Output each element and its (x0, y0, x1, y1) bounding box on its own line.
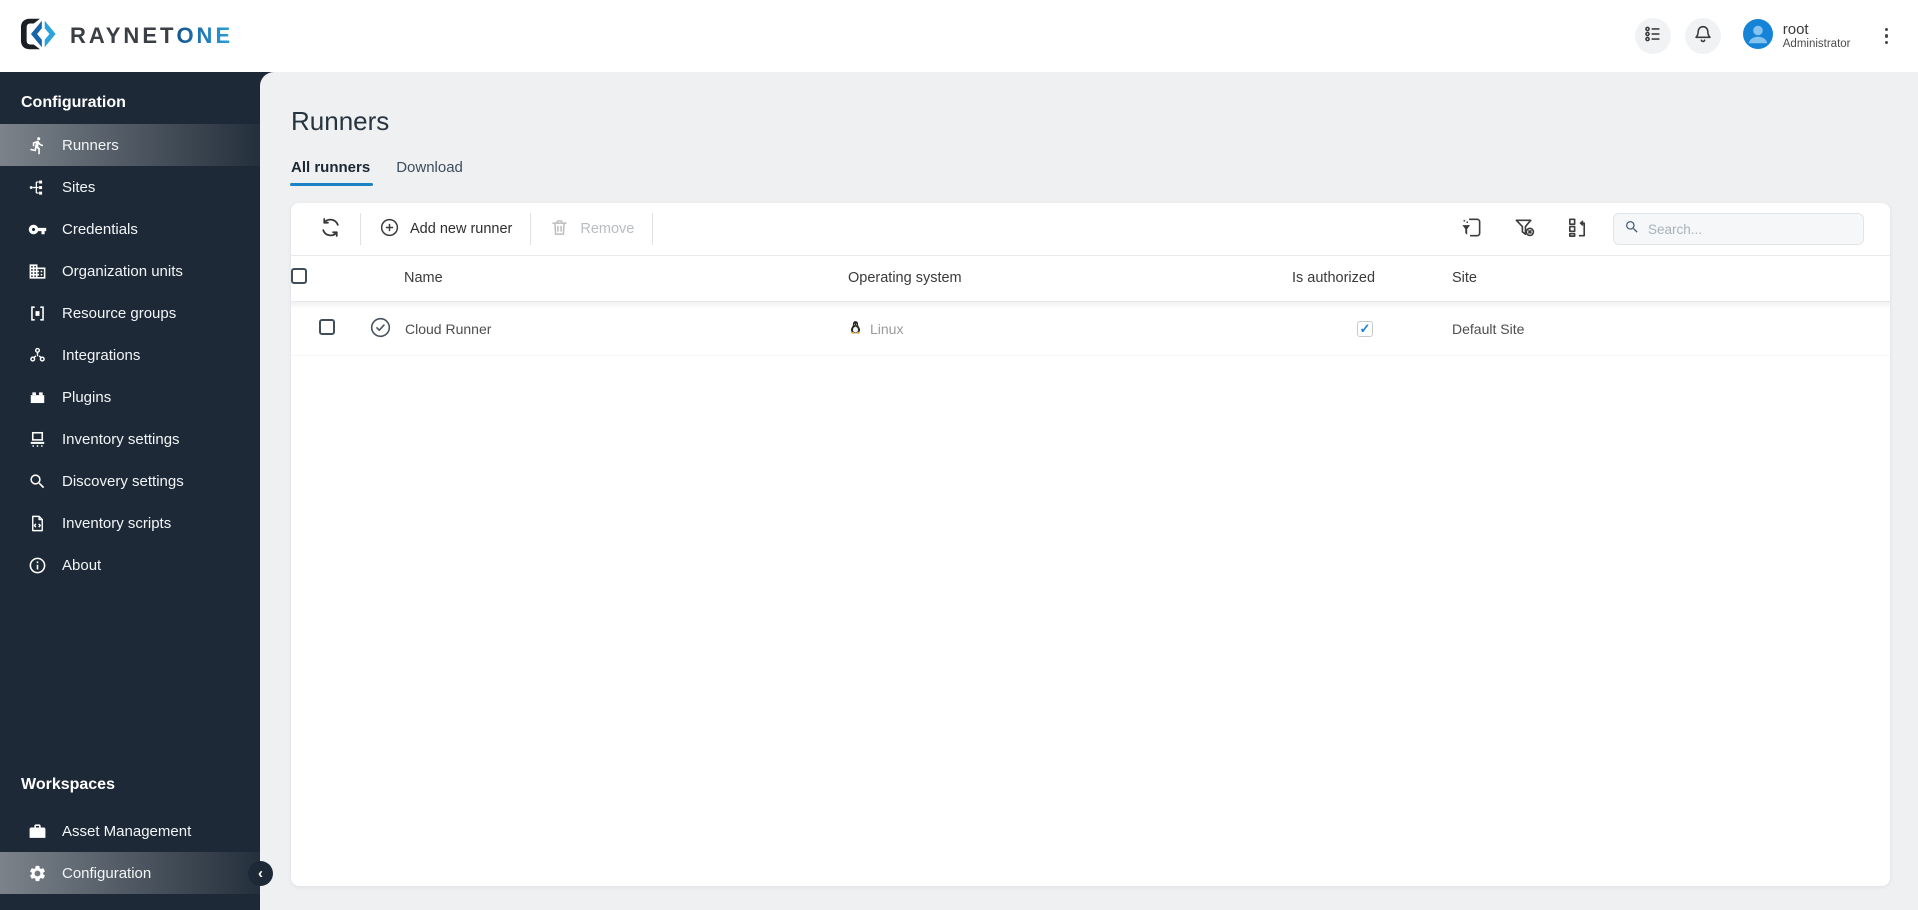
table-row[interactable]: Cloud Runner Linux ✓ Default Site (291, 301, 1890, 356)
column-header-name[interactable]: Name (363, 256, 848, 302)
user-name: root (1782, 20, 1809, 38)
refresh-button[interactable] (309, 210, 352, 249)
plus-circle-icon (379, 217, 400, 242)
info-icon (27, 555, 47, 575)
sidebar-item-resource-groups[interactable]: Resource groups (0, 292, 260, 334)
tab-bar: All runners Download (289, 159, 1918, 186)
inventory-machine-icon (27, 429, 47, 449)
column-header-site[interactable]: Site (1438, 256, 1890, 302)
select-all-checkbox[interactable] (291, 268, 307, 285)
magnifier-icon (27, 471, 47, 491)
avatar (1742, 18, 1773, 54)
logo-text: RAYNETONE (70, 23, 234, 48)
workspaces-section-title: Workspaces (21, 776, 115, 793)
sidebar-section-title: Configuration (21, 94, 126, 111)
chevron-left-icon: ‹ (258, 865, 263, 882)
page-title: Runners (291, 106, 390, 136)
sidebar-item-discovery-settings[interactable]: Discovery settings (0, 460, 260, 502)
column-header-operating-system[interactable]: Operating system (848, 256, 1292, 302)
row-select-checkbox[interactable] (319, 319, 335, 336)
top-bar: RAYNETONE root Administrator (0, 0, 1918, 72)
toolbar-divider (530, 213, 532, 245)
grid-toolbar: Add new runner Remove (291, 203, 1890, 256)
briefcase-icon (27, 821, 47, 841)
raynet-logo-icon (20, 17, 58, 56)
sidebar-item-sites[interactable]: Sites (0, 166, 260, 208)
sites-hierarchy-icon (27, 177, 47, 197)
sidebar-item-configuration-workspace[interactable]: Configuration (0, 852, 260, 894)
trash-icon (549, 217, 570, 242)
clear-filter-button[interactable] (1511, 214, 1538, 244)
remove-button[interactable]: Remove (539, 211, 644, 248)
runner-name: Cloud Runner (405, 320, 492, 337)
toolbar-divider (360, 213, 361, 245)
clear-filter-icon (1513, 216, 1536, 242)
task-list-icon (1642, 23, 1664, 50)
sidebar-item-integrations[interactable]: Integrations (0, 334, 260, 376)
runner-icon (27, 135, 47, 155)
integration-nodes-icon (27, 345, 47, 365)
gear-icon (27, 863, 47, 883)
search-input[interactable] (1648, 221, 1853, 237)
toolbar-divider (652, 213, 654, 245)
user-role: Administrator (1782, 38, 1851, 51)
activity-list-button[interactable] (1634, 18, 1671, 54)
main-content: Runners All runners Download Add new run… (260, 72, 1918, 910)
runners-table: Name Operating system Is authorized Site… (291, 256, 1890, 356)
script-file-icon (27, 513, 47, 533)
tab-all-runners[interactable]: All runners (289, 159, 374, 186)
tab-download[interactable]: Download (396, 159, 463, 186)
building-icon (27, 261, 47, 281)
sidebar-item-credentials[interactable]: Credentials (0, 208, 260, 250)
collapse-sidebar-button[interactable]: ‹ (248, 861, 273, 886)
search-box (1613, 213, 1864, 245)
linux-tux-icon (848, 320, 863, 338)
column-header-is-authorized[interactable]: Is authorized (1292, 256, 1438, 302)
runner-site: Default Site (1438, 301, 1890, 356)
raynet-one-logo: RAYNETONE (20, 17, 233, 56)
add-new-runner-button[interactable]: Add new runner (369, 211, 522, 248)
sidebar-item-organization-units[interactable]: Organization units (0, 250, 260, 292)
sidebar-item-inventory-scripts[interactable]: Inventory scripts (0, 502, 260, 544)
user-menu[interactable]: root Administrator (1742, 18, 1851, 54)
sidebar-item-about[interactable]: About (0, 544, 260, 586)
sidebar: Configuration Runners Sites Credentials … (0, 72, 260, 910)
sidebar-item-plugins[interactable]: Plugins (0, 376, 260, 418)
runner-os: Linux (870, 320, 904, 337)
sidebar-item-runners[interactable]: Runners (0, 124, 260, 166)
key-icon (27, 219, 47, 239)
filter-row-button[interactable] (1458, 214, 1485, 244)
search-icon (1624, 219, 1640, 240)
column-chooser-icon (1566, 216, 1589, 242)
sidebar-item-inventory-settings[interactable]: Inventory settings (0, 418, 260, 460)
plugin-brick-icon (27, 387, 47, 407)
filter-row-icon (1460, 216, 1483, 242)
sidebar-item-asset-management[interactable]: Asset Management (0, 810, 260, 852)
is-authorized-checkbox[interactable]: ✓ (1357, 321, 1373, 338)
more-options-button[interactable] (1881, 24, 1893, 49)
resource-group-icon (27, 303, 47, 323)
bell-icon (1692, 23, 1714, 50)
refresh-icon (319, 216, 342, 243)
column-chooser-button[interactable] (1564, 214, 1591, 244)
notifications-button[interactable] (1684, 18, 1721, 54)
runner-status-ok-icon (370, 317, 391, 341)
runners-grid-card: Add new runner Remove Search... Name Ope… (291, 203, 1890, 886)
